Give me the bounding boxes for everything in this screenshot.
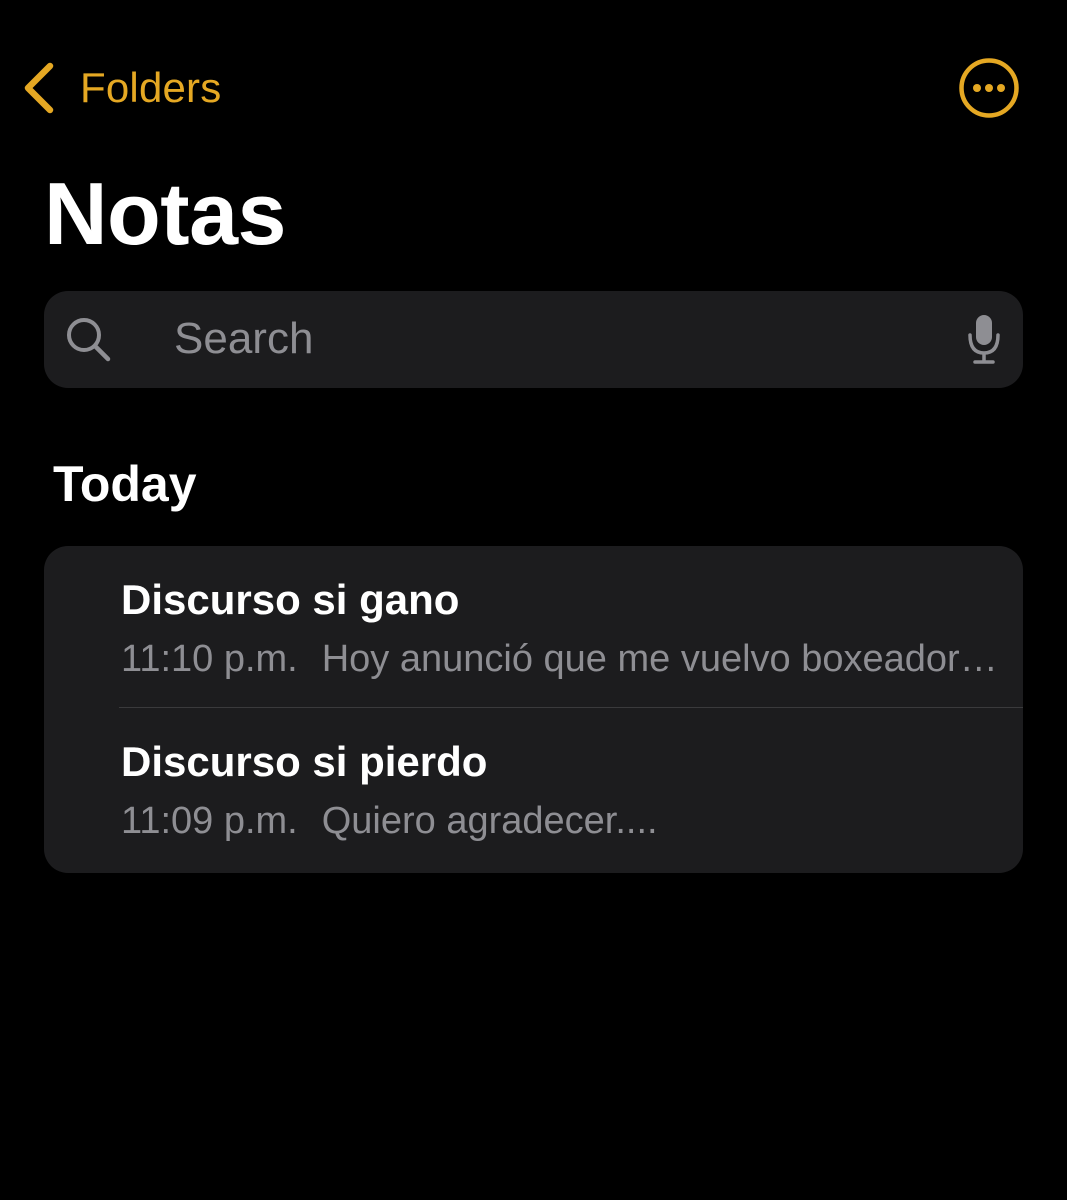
- note-preview: Hoy anunció que me vuelvo boxeador profe…: [321, 638, 1001, 680]
- note-subtitle: 11:10 p.m. Hoy anunció que me vuelvo boxe…: [121, 638, 1001, 681]
- note-time: 11:09 p.m.: [121, 800, 298, 842]
- note-title: Discurso si pierdo: [121, 738, 488, 785]
- back-to-folders-button[interactable]: Folders: [22, 58, 221, 118]
- magnifying-glass-icon: [64, 315, 112, 368]
- notes-list: Discurso si gano 11:10 p.m. Hoy anunció q…: [44, 546, 1023, 873]
- note-time: 11:10 p.m.: [121, 638, 298, 680]
- note-row[interactable]: Discurso si gano 11:10 p.m. Hoy anunció q…: [44, 546, 1023, 708]
- note-subtitle: 11:09 p.m. Quiero agradecer....: [121, 800, 1001, 843]
- notes-screen: Folders Notas Search Today Discurso si g…: [0, 0, 1067, 1200]
- search-input[interactable]: [174, 309, 934, 369]
- ellipsis-circle-icon: [958, 58, 1020, 123]
- section-header-today: Today: [53, 456, 197, 512]
- navigation-bar: Folders: [0, 0, 1067, 150]
- note-row[interactable]: Discurso si pierdo 11:09 p.m. Quiero agra…: [44, 708, 1023, 873]
- note-preview: Quiero agradecer....: [321, 800, 658, 842]
- note-title: Discurso si gano: [121, 576, 460, 623]
- page-title: Notas: [44, 164, 287, 263]
- more-options-button[interactable]: [958, 57, 1020, 119]
- search-bar[interactable]: [44, 291, 1023, 388]
- chevron-left-icon: [22, 60, 56, 116]
- microphone-icon[interactable]: [966, 313, 1002, 370]
- back-button-label: Folders: [80, 64, 222, 111]
